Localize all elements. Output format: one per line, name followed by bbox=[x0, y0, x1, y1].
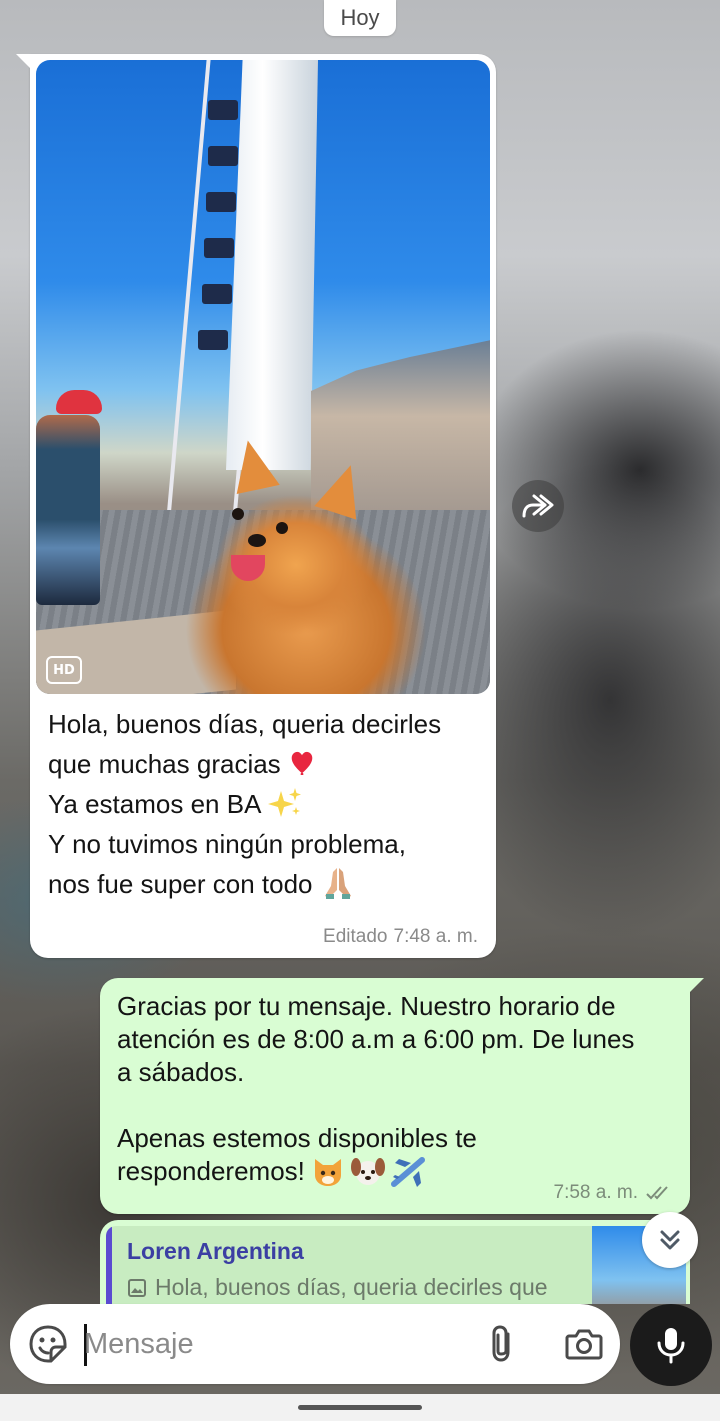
quoted-message[interactable]: Loren Argentina Hola, buenos días, queri… bbox=[106, 1226, 686, 1304]
microphone-icon bbox=[657, 1328, 685, 1364]
quoted-snippet: Hola, buenos días, queria decirles que bbox=[127, 1274, 548, 1301]
gondola bbox=[198, 330, 228, 350]
outgoing-message-bubble[interactable]: Gracias por tu mensaje. Nuestro horario … bbox=[100, 978, 704, 1214]
text-line: atención es de 8:00 a.m a 6:00 pm. De lu… bbox=[117, 1024, 635, 1054]
image-icon bbox=[128, 1278, 146, 1297]
paperclip-icon[interactable] bbox=[486, 1324, 522, 1364]
gondola bbox=[208, 146, 238, 166]
text-line: que muchas gracias bbox=[48, 749, 281, 779]
incoming-message-text: Hola, buenos días, queria decirles que m… bbox=[48, 704, 484, 904]
scroll-to-bottom-button[interactable] bbox=[642, 1212, 698, 1268]
bubble-tail bbox=[688, 978, 704, 994]
text-line-with-heart: que muchas gracias bbox=[48, 744, 484, 784]
text-line bbox=[117, 1089, 677, 1122]
forward-icon bbox=[522, 494, 554, 518]
text-line: Gracias por tu mensaje. Nuestro horario … bbox=[117, 991, 616, 1021]
hd-label: HD bbox=[53, 662, 75, 678]
gondola bbox=[208, 100, 238, 120]
edited-label: Editado bbox=[323, 926, 388, 947]
quoted-text: Hola, buenos días, queria decirles que bbox=[155, 1274, 548, 1300]
double-check-icon bbox=[646, 1186, 668, 1200]
date-divider: Hoy bbox=[324, 0, 396, 36]
incoming-message-meta: Editado 7:48 a. m. bbox=[323, 926, 478, 948]
camera-icon[interactable] bbox=[564, 1324, 604, 1364]
voice-message-button[interactable] bbox=[630, 1304, 712, 1386]
text-line: a sábados. bbox=[117, 1057, 245, 1087]
quoted-author: Loren Argentina bbox=[127, 1238, 304, 1264]
cat-emoji-icon bbox=[314, 1159, 341, 1187]
text-line-with-hands: nos fue super con todo bbox=[48, 864, 484, 904]
pomeranian-dog bbox=[186, 470, 426, 694]
gondola bbox=[206, 192, 236, 212]
sticker-emoji-icon[interactable] bbox=[28, 1324, 68, 1364]
message-composer bbox=[10, 1304, 620, 1384]
text-line: responderemos! bbox=[117, 1156, 305, 1186]
quote-bar bbox=[106, 1226, 112, 1304]
text-line: Ya estamos en BA bbox=[48, 789, 262, 819]
outgoing-message-text: Gracias por tu mensaje. Nuestro horario … bbox=[117, 990, 677, 1189]
outgoing-message-meta: 7:58 a. m. bbox=[554, 1182, 675, 1204]
gondola bbox=[204, 238, 234, 258]
dog-eye bbox=[276, 522, 288, 534]
dog-nose bbox=[248, 534, 266, 547]
message-input[interactable] bbox=[84, 1322, 464, 1366]
date-divider-label: Hoy bbox=[340, 5, 380, 30]
heart-emoji-icon bbox=[291, 751, 312, 776]
double-chevron-down-icon bbox=[660, 1230, 680, 1250]
forward-button[interactable] bbox=[512, 480, 564, 532]
text-line-with-sparkles: Ya estamos en BA bbox=[48, 784, 484, 824]
airplane-emoji-icon bbox=[390, 1157, 425, 1188]
message-photo[interactable]: HD bbox=[36, 60, 490, 694]
gondola bbox=[202, 284, 232, 304]
text-line: Apenas estemos disponibles te bbox=[117, 1123, 477, 1153]
reply-message-bubble[interactable]: Loren Argentina Hola, buenos días, queri… bbox=[100, 1220, 690, 1304]
dog-emoji-icon bbox=[350, 1158, 385, 1186]
bubble-tail bbox=[16, 54, 32, 70]
text-line: nos fue super con todo bbox=[48, 869, 313, 899]
message-time: 7:58 a. m. bbox=[553, 1182, 639, 1203]
home-indicator[interactable] bbox=[298, 1405, 422, 1410]
message-time: 7:48 a. m. bbox=[393, 926, 479, 947]
red-cap bbox=[56, 390, 102, 414]
hd-badge: HD bbox=[46, 656, 82, 684]
folded-hands-emoji-icon bbox=[324, 868, 351, 900]
incoming-message-bubble[interactable]: HD Hola, buenos días, queria decirles qu… bbox=[16, 54, 496, 958]
man-figure bbox=[36, 415, 100, 605]
dog-eye bbox=[232, 508, 244, 520]
sparkles-emoji-icon bbox=[268, 788, 302, 818]
text-line: Hola, buenos días, queria decirles bbox=[48, 709, 442, 739]
text-line: Y no tuvimos ningún problema, bbox=[48, 829, 406, 859]
